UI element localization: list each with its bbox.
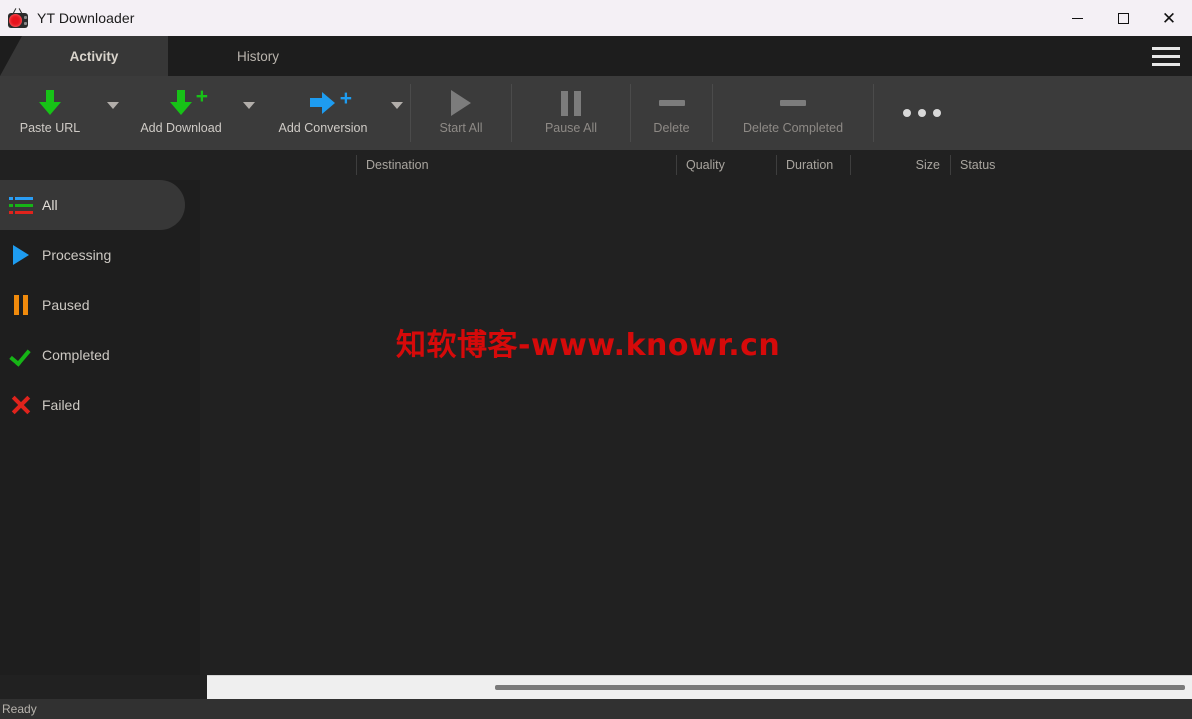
add-download-dropdown[interactable] (236, 76, 262, 150)
sidebar-item-failed[interactable]: Failed (0, 380, 200, 430)
add-download-label: Add Download (140, 121, 222, 135)
column-size-label: Size (915, 158, 940, 172)
watermark-text: 知软博客-www.knowr.cn (396, 328, 781, 363)
sidebar-item-paused-label: Paused (42, 297, 90, 313)
pause-icon (561, 87, 581, 119)
sidebar: All Processing Paused Completed Failed (0, 180, 200, 675)
pause-all-button[interactable]: Pause All (512, 76, 630, 150)
tab-activity-label: Activity (69, 48, 119, 64)
maximize-icon (1117, 12, 1129, 24)
paste-url-dropdown[interactable] (100, 76, 126, 150)
column-duration-label: Duration (786, 158, 834, 172)
column-size[interactable]: Size (850, 150, 950, 180)
sidebar-item-paused[interactable]: Paused (0, 280, 200, 330)
title-bar: YT Downloader ✕ (0, 0, 1192, 36)
close-button[interactable]: ✕ (1146, 0, 1192, 36)
tv-icon (7, 7, 29, 29)
paste-url-label: Paste URL (19, 121, 81, 135)
add-conversion-label: Add Conversion (278, 121, 368, 135)
blue-play-icon (8, 242, 34, 268)
horizontal-scrollbar-thumb[interactable] (495, 685, 1185, 690)
minus-dash-icon-2 (780, 87, 806, 119)
red-x-icon (8, 392, 34, 418)
sidebar-item-completed[interactable]: Completed (0, 330, 200, 380)
minimize-icon (1071, 17, 1083, 19)
column-header-row: Destination Quality Duration Size Status (0, 150, 1192, 180)
column-duration[interactable]: Duration (776, 150, 850, 180)
hamburger-menu-icon[interactable] (1148, 42, 1184, 70)
column-status[interactable]: Status (950, 150, 1040, 180)
window-title: YT Downloader (37, 10, 135, 26)
status-bar: Ready (0, 699, 1192, 719)
delete-button[interactable]: Delete (631, 76, 712, 150)
tab-history-label: History (236, 48, 279, 64)
delete-completed-label: Delete Completed (742, 121, 844, 135)
overflow-dots-icon (903, 76, 941, 150)
green-check-icon (8, 342, 34, 368)
start-all-button[interactable]: Start All (411, 76, 511, 150)
horizontal-scrollbar[interactable] (207, 675, 1192, 699)
sidebar-item-processing[interactable]: Processing (0, 230, 200, 280)
sidebar-item-all-label: All (42, 197, 58, 213)
column-quality[interactable]: Quality (676, 150, 776, 180)
add-conversion-button[interactable]: + Add Conversion (262, 76, 384, 150)
tab-history[interactable]: History (168, 36, 348, 76)
toolbar: Paste URL + Add Download + Add Conversio… (0, 76, 1192, 150)
column-destination[interactable]: Destination (356, 150, 676, 180)
add-conversion-dropdown[interactable] (384, 76, 410, 150)
window-controls: ✕ (1054, 0, 1192, 36)
start-all-label: Start All (439, 121, 483, 135)
paste-url-button[interactable]: Paste URL (0, 76, 100, 150)
pause-all-label: Pause All (544, 121, 598, 135)
orange-pause-icon (8, 292, 34, 318)
sidebar-item-completed-label: Completed (42, 347, 110, 363)
minimize-button[interactable] (1054, 0, 1100, 36)
green-down-arrow-plus-icon: + (170, 86, 208, 119)
green-down-arrow-icon (39, 87, 61, 119)
overflow-button[interactable] (874, 76, 970, 150)
download-list-area[interactable]: 知软博客-www.knowr.cn (200, 180, 1192, 675)
blue-right-arrow-plus-icon: + (310, 87, 352, 119)
status-text: Ready (2, 702, 37, 716)
scrollbar-gutter (0, 675, 207, 699)
column-destination-label: Destination (366, 158, 429, 172)
column-status-label: Status (960, 158, 996, 172)
delete-label: Delete (653, 121, 690, 135)
column-quality-label: Quality (686, 158, 725, 172)
tab-bar: Activity History (0, 36, 1192, 76)
colored-list-icon (8, 192, 34, 218)
delete-completed-button[interactable]: Delete Completed (713, 76, 873, 150)
sidebar-item-failed-label: Failed (42, 397, 81, 413)
sidebar-item-processing-label: Processing (42, 247, 112, 263)
sidebar-item-all[interactable]: All (0, 180, 185, 230)
maximize-button[interactable] (1100, 0, 1146, 36)
close-icon: ✕ (1161, 8, 1177, 28)
tab-activity[interactable]: Activity (0, 36, 168, 76)
play-icon (451, 87, 471, 119)
add-download-button[interactable]: + Add Download (126, 76, 236, 150)
minus-dash-icon (658, 87, 685, 119)
